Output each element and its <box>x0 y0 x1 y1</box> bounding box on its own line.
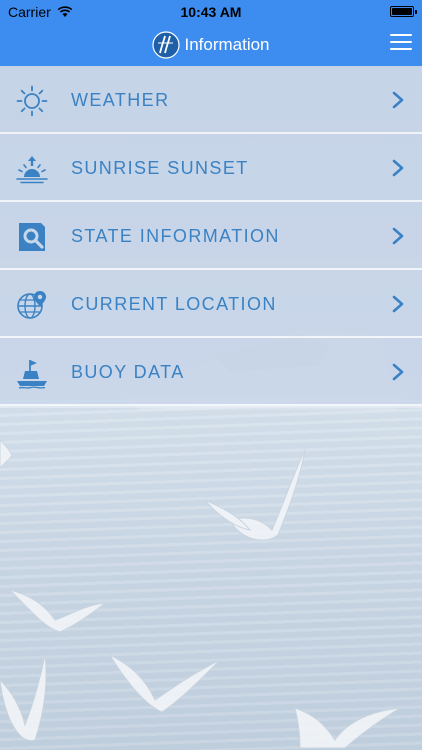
chevron-right-icon <box>392 227 404 245</box>
menu-item-weather[interactable]: WEATHER <box>0 66 422 134</box>
chevron-right-icon <box>392 363 404 381</box>
navigation-bar: Information <box>0 24 422 66</box>
battery-fill <box>392 8 412 15</box>
menu-item-label: BUOY DATA <box>71 362 185 382</box>
chevron-right-icon <box>392 91 404 109</box>
menu-item-buoy-data[interactable]: BUOY DATA <box>0 338 422 406</box>
magnifier-document-icon <box>19 223 45 251</box>
status-time: 10:43 AM <box>180 4 242 20</box>
buoy-icon <box>17 360 47 389</box>
menu-item-state-information[interactable]: STATE INFORMATION <box>0 202 422 270</box>
menu-item-sunrise-sunset[interactable]: SUNRISE SUNSET <box>0 134 422 202</box>
battery-icon <box>390 6 417 17</box>
stylized-w-logo-icon <box>152 31 181 59</box>
menu-item-label: SUNRISE SUNSET <box>71 158 249 178</box>
menu-item-current-location[interactable]: CURRENT LOCATION <box>0 270 422 338</box>
sunrise-icon <box>16 156 48 184</box>
menu-item-label: CURRENT LOCATION <box>71 294 277 314</box>
info-menu-list: WEATHER SUNRISE SUNSET STATE INFORMATION… <box>0 66 422 406</box>
menu-item-label: WEATHER <box>71 90 170 110</box>
hamburger-menu-icon[interactable] <box>390 34 412 52</box>
status-bar: Carrier 10:43 AM <box>0 0 422 24</box>
nav-title-group: Information <box>0 24 422 66</box>
chevron-right-icon <box>392 159 404 177</box>
chevron-right-icon <box>392 295 404 313</box>
menu-item-label: STATE INFORMATION <box>71 226 280 246</box>
sun-icon <box>16 85 48 117</box>
seagulls <box>0 439 401 749</box>
globe-pin-icon <box>17 291 46 319</box>
page-title: Information <box>184 35 270 54</box>
